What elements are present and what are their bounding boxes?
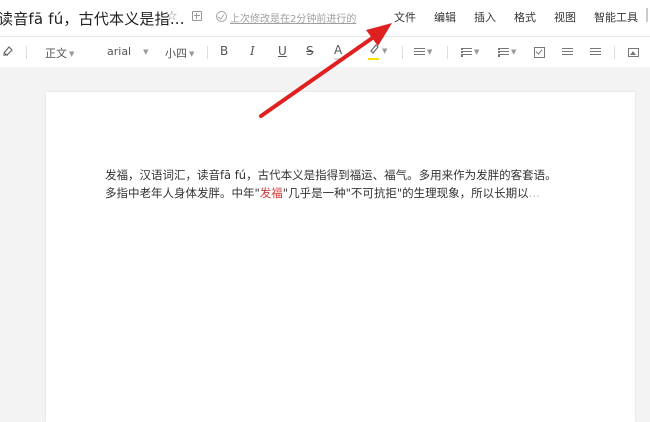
paragraph-line: 多指中老年人身体发胖。中年"发福"几乎是一种"不可抗拒"的生理现象，所以长期以.…: [105, 184, 625, 202]
font-size-value: 小四: [165, 47, 187, 60]
align-button[interactable]: ▼: [414, 45, 432, 58]
indent-button[interactable]: [590, 45, 601, 58]
numbered-list-button[interactable]: ▼: [498, 45, 516, 58]
font-color-label: A: [334, 43, 343, 57]
chevron-down-icon: ▼: [69, 50, 75, 58]
font-color-button[interactable]: A: [334, 43, 345, 60]
title-bar: 读音fā fú，古代本义是指... ☆ 上次修改是在2分钟前进行的 文件 编辑 …: [0, 0, 650, 37]
chevron-down-icon: ▼: [511, 48, 517, 56]
highlight-button[interactable]: ▼: [368, 43, 388, 60]
bullet-list-icon: [461, 47, 472, 57]
truncated-text-fade: ...: [528, 186, 540, 200]
bullet-list-button[interactable]: ▼: [461, 45, 479, 58]
red-highlighted-word: 发福: [259, 186, 283, 200]
image-icon: [628, 47, 639, 57]
insert-image-button[interactable]: [628, 45, 639, 58]
menu-edge-divider: [646, 8, 648, 22]
text-span: 多指中老年人身体发胖。中年: [105, 186, 255, 200]
document-body[interactable]: 发福，汉语词汇，读音fā fú，古代本义是指得到福运、福气。多用来作为发胖的客套…: [105, 166, 625, 202]
chevron-down-icon: ▼: [143, 48, 149, 56]
underline-button[interactable]: U: [278, 44, 287, 58]
document-page[interactable]: 发福，汉语词汇，读音fā fú，古代本义是指得到福运、福气。多用来作为发胖的客套…: [46, 92, 635, 422]
toolbar-divider: [207, 46, 208, 59]
chevron-down-icon: ▼: [427, 48, 433, 56]
toolbar-divider: [402, 46, 403, 59]
paragraph-style-value: 正文: [45, 47, 67, 60]
font-family-value: arial: [107, 45, 132, 58]
save-status-link[interactable]: 上次修改是在2分钟前进行的: [230, 10, 356, 25]
toolbar-divider: [26, 46, 27, 59]
chevron-down-icon: ▼: [189, 50, 195, 58]
highlighter-icon: [370, 44, 379, 54]
document-title[interactable]: 读音fā fú，古代本义是指...: [0, 8, 185, 29]
chevron-down-icon: ▼: [474, 48, 480, 56]
menu-view[interactable]: 视图: [554, 9, 576, 25]
menu-edit[interactable]: 编辑: [434, 9, 456, 25]
checklist-button[interactable]: [534, 45, 545, 58]
outdent-button[interactable]: [562, 45, 573, 58]
star-icon[interactable]: ☆: [166, 9, 178, 24]
numbered-list-icon: [498, 47, 509, 57]
chevron-down-icon: ▼: [382, 47, 388, 55]
highlight-color-swatch: [368, 58, 379, 60]
indent-icon: [590, 47, 601, 57]
italic-button[interactable]: I: [250, 44, 255, 58]
paragraph-style-select[interactable]: 正文 ▼: [45, 45, 74, 61]
toolbar-divider: [447, 46, 448, 59]
toolbar-divider: [614, 46, 615, 59]
menu-smart-tools[interactable]: 智能工具: [594, 9, 638, 25]
menu-file[interactable]: 文件: [394, 9, 416, 25]
save-status-icon: [216, 11, 227, 22]
font-size-select[interactable]: 小四 ▼: [165, 45, 194, 61]
font-color-swatch: [334, 58, 345, 60]
outdent-icon: [562, 47, 573, 57]
paragraph-line: 发福，汉语词汇，读音fā fú，古代本义是指得到福运、福气。多用来作为发胖的客套…: [105, 168, 557, 182]
menu-format[interactable]: 格式: [514, 9, 536, 25]
checkbox-icon: [534, 46, 545, 58]
text-span: "几乎是一种"不可抗拒"的生理现象，所以长期以: [282, 186, 529, 200]
format-toolbar: 正文 ▼ arial ▼ 小四 ▼ B I U S A ▼ ▼ ▼ ▼: [0, 37, 650, 67]
strikethrough-button[interactable]: S: [306, 44, 314, 58]
bold-button[interactable]: B: [220, 44, 228, 58]
format-painter-icon[interactable]: [2, 44, 14, 59]
align-left-icon: [414, 47, 425, 57]
menu-insert[interactable]: 插入: [474, 9, 496, 25]
add-to-folder-icon[interactable]: [192, 11, 202, 21]
font-family-select[interactable]: arial ▼: [107, 45, 149, 58]
